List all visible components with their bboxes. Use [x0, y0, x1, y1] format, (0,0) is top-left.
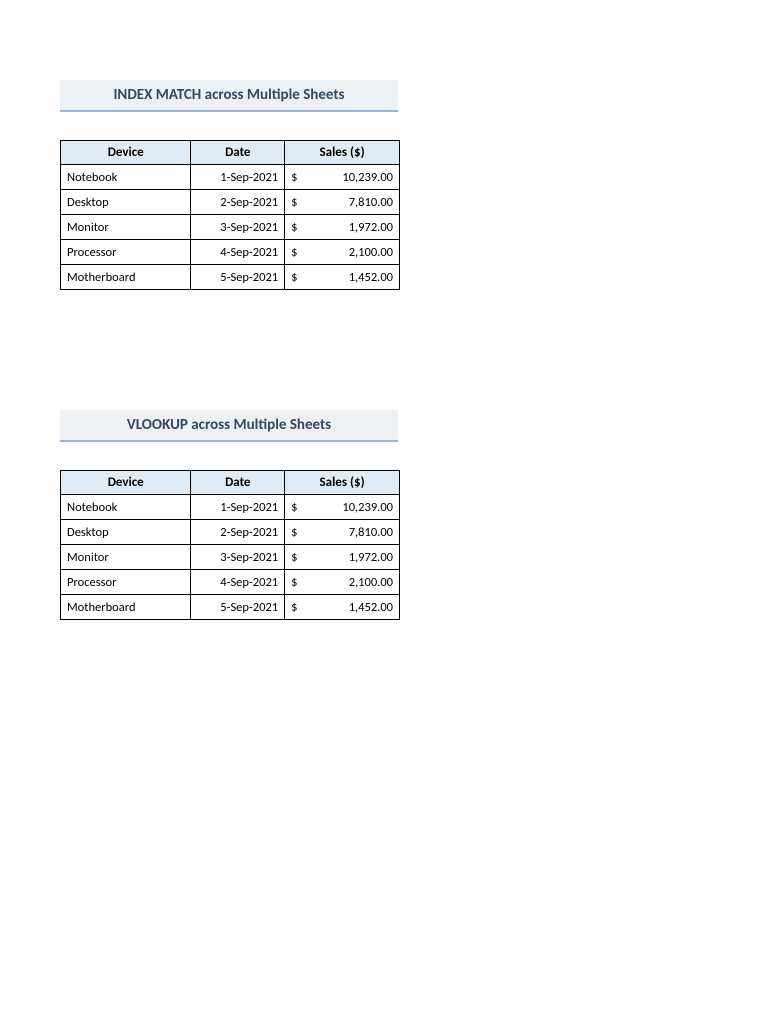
- cell-device: Notebook: [61, 165, 191, 190]
- data-table: Device Date Sales ($) Notebook 1-Sep-202…: [60, 140, 400, 290]
- header-device: Device: [61, 141, 191, 165]
- table-row: Desktop 2-Sep-2021 $7,810.00: [61, 520, 400, 545]
- cell-sales: $1,452.00: [285, 265, 400, 290]
- data-table: Device Date Sales ($) Notebook 1-Sep-202…: [60, 470, 400, 620]
- header-device: Device: [61, 471, 191, 495]
- section-vlookup: VLOOKUP across Multiple Sheets Device Da…: [60, 410, 708, 620]
- currency-symbol: $: [291, 195, 297, 210]
- cell-sales: $10,239.00: [285, 495, 400, 520]
- cell-date: 4-Sep-2021: [191, 570, 285, 595]
- table-row: Processor 4-Sep-2021 $2,100.00: [61, 240, 400, 265]
- currency-symbol: $: [291, 245, 297, 260]
- cell-date: 2-Sep-2021: [191, 520, 285, 545]
- section-index-match: INDEX MATCH across Multiple Sheets Devic…: [60, 80, 708, 290]
- sales-amount: 1,972.00: [291, 220, 393, 235]
- cell-device: Motherboard: [61, 595, 191, 620]
- header-date: Date: [191, 141, 285, 165]
- cell-date: 1-Sep-2021: [191, 165, 285, 190]
- sales-amount: 1,452.00: [291, 600, 393, 615]
- sales-amount: 2,100.00: [291, 245, 393, 260]
- cell-device: Desktop: [61, 520, 191, 545]
- cell-sales: $2,100.00: [285, 570, 400, 595]
- cell-sales: $1,972.00: [285, 545, 400, 570]
- currency-symbol: $: [291, 600, 297, 615]
- cell-sales: $10,239.00: [285, 165, 400, 190]
- header-sales: Sales ($): [285, 471, 400, 495]
- cell-sales: $7,810.00: [285, 520, 400, 545]
- cell-date: 5-Sep-2021: [191, 265, 285, 290]
- currency-symbol: $: [291, 270, 297, 285]
- table-row: Processor 4-Sep-2021 $2,100.00: [61, 570, 400, 595]
- sales-amount: 7,810.00: [291, 195, 393, 210]
- cell-date: 3-Sep-2021: [191, 215, 285, 240]
- table-row: Monitor 3-Sep-2021 $1,972.00: [61, 215, 400, 240]
- cell-device: Motherboard: [61, 265, 191, 290]
- table-row: Monitor 3-Sep-2021 $1,972.00: [61, 545, 400, 570]
- cell-sales: $1,452.00: [285, 595, 400, 620]
- cell-sales: $2,100.00: [285, 240, 400, 265]
- table-row: Motherboard 5-Sep-2021 $1,452.00: [61, 265, 400, 290]
- sales-amount: 10,239.00: [291, 170, 393, 185]
- table-row: Motherboard 5-Sep-2021 $1,452.00: [61, 595, 400, 620]
- sales-amount: 1,972.00: [291, 550, 393, 565]
- header-date: Date: [191, 471, 285, 495]
- sales-amount: 10,239.00: [291, 500, 393, 515]
- cell-device: Monitor: [61, 545, 191, 570]
- table-header-row: Device Date Sales ($): [61, 141, 400, 165]
- header-sales: Sales ($): [285, 141, 400, 165]
- table-row: Desktop 2-Sep-2021 $7,810.00: [61, 190, 400, 215]
- section-title: INDEX MATCH across Multiple Sheets: [60, 80, 398, 112]
- cell-date: 5-Sep-2021: [191, 595, 285, 620]
- cell-date: 1-Sep-2021: [191, 495, 285, 520]
- cell-sales: $7,810.00: [285, 190, 400, 215]
- sales-amount: 7,810.00: [291, 525, 393, 540]
- currency-symbol: $: [291, 575, 297, 590]
- cell-date: 2-Sep-2021: [191, 190, 285, 215]
- cell-device: Processor: [61, 240, 191, 265]
- cell-device: Processor: [61, 570, 191, 595]
- cell-date: 3-Sep-2021: [191, 545, 285, 570]
- document-page: INDEX MATCH across Multiple Sheets Devic…: [0, 0, 768, 800]
- cell-sales: $1,972.00: [285, 215, 400, 240]
- cell-device: Desktop: [61, 190, 191, 215]
- table-header-row: Device Date Sales ($): [61, 471, 400, 495]
- currency-symbol: $: [291, 170, 297, 185]
- table-row: Notebook 1-Sep-2021 $10,239.00: [61, 165, 400, 190]
- currency-symbol: $: [291, 220, 297, 235]
- currency-symbol: $: [291, 550, 297, 565]
- cell-device: Notebook: [61, 495, 191, 520]
- cell-date: 4-Sep-2021: [191, 240, 285, 265]
- sales-amount: 1,452.00: [291, 270, 393, 285]
- currency-symbol: $: [291, 525, 297, 540]
- currency-symbol: $: [291, 500, 297, 515]
- section-title: VLOOKUP across Multiple Sheets: [60, 410, 398, 442]
- sales-amount: 2,100.00: [291, 575, 393, 590]
- table-row: Notebook 1-Sep-2021 $10,239.00: [61, 495, 400, 520]
- cell-device: Monitor: [61, 215, 191, 240]
